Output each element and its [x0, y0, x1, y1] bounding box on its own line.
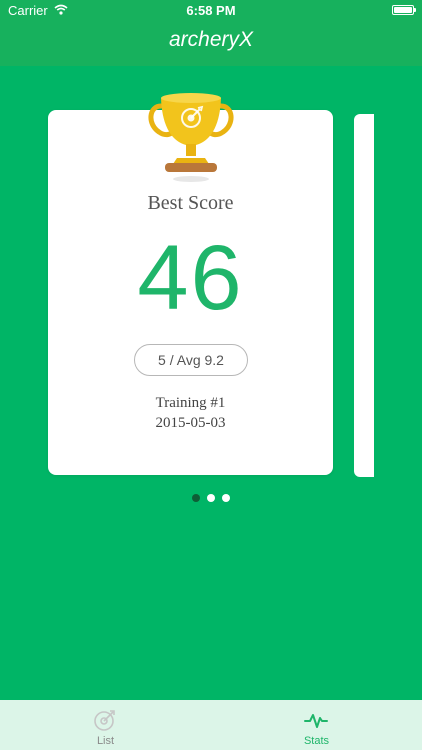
- tab-bar: List Stats: [0, 700, 422, 750]
- status-bar: Carrier 6:58 PM: [0, 0, 422, 22]
- pulse-icon: [304, 714, 328, 728]
- tab-list[interactable]: List: [0, 700, 211, 750]
- battery-icon: [392, 5, 416, 15]
- nav-title: archeryX: [168, 28, 254, 51]
- tab-stats[interactable]: Stats: [211, 700, 422, 750]
- status-time: 6:58 PM: [186, 3, 236, 18]
- page-dot-3[interactable]: [222, 494, 230, 502]
- page-indicator[interactable]: [0, 494, 422, 502]
- top-bar: Carrier 6:58 PM archeryX: [0, 0, 422, 66]
- page-dot-2[interactable]: [207, 494, 215, 502]
- next-card-peek[interactable]: [354, 114, 374, 477]
- session-meta: Training #1 2015-05-03: [48, 393, 333, 433]
- session-name: Training #1: [155, 395, 226, 411]
- trophy-icon: [148, 93, 234, 182]
- target-icon: [94, 710, 115, 731]
- score-summary-pill: 5 / Avg 9.2: [134, 344, 248, 376]
- page-dot-1[interactable]: [192, 494, 200, 502]
- tab-stats-label: Stats: [303, 735, 330, 747]
- tab-list-label: List: [96, 735, 115, 747]
- session-date: 2015-05-03: [155, 415, 226, 431]
- best-score-label: Best Score: [147, 192, 234, 214]
- best-score-value: 46: [137, 227, 244, 329]
